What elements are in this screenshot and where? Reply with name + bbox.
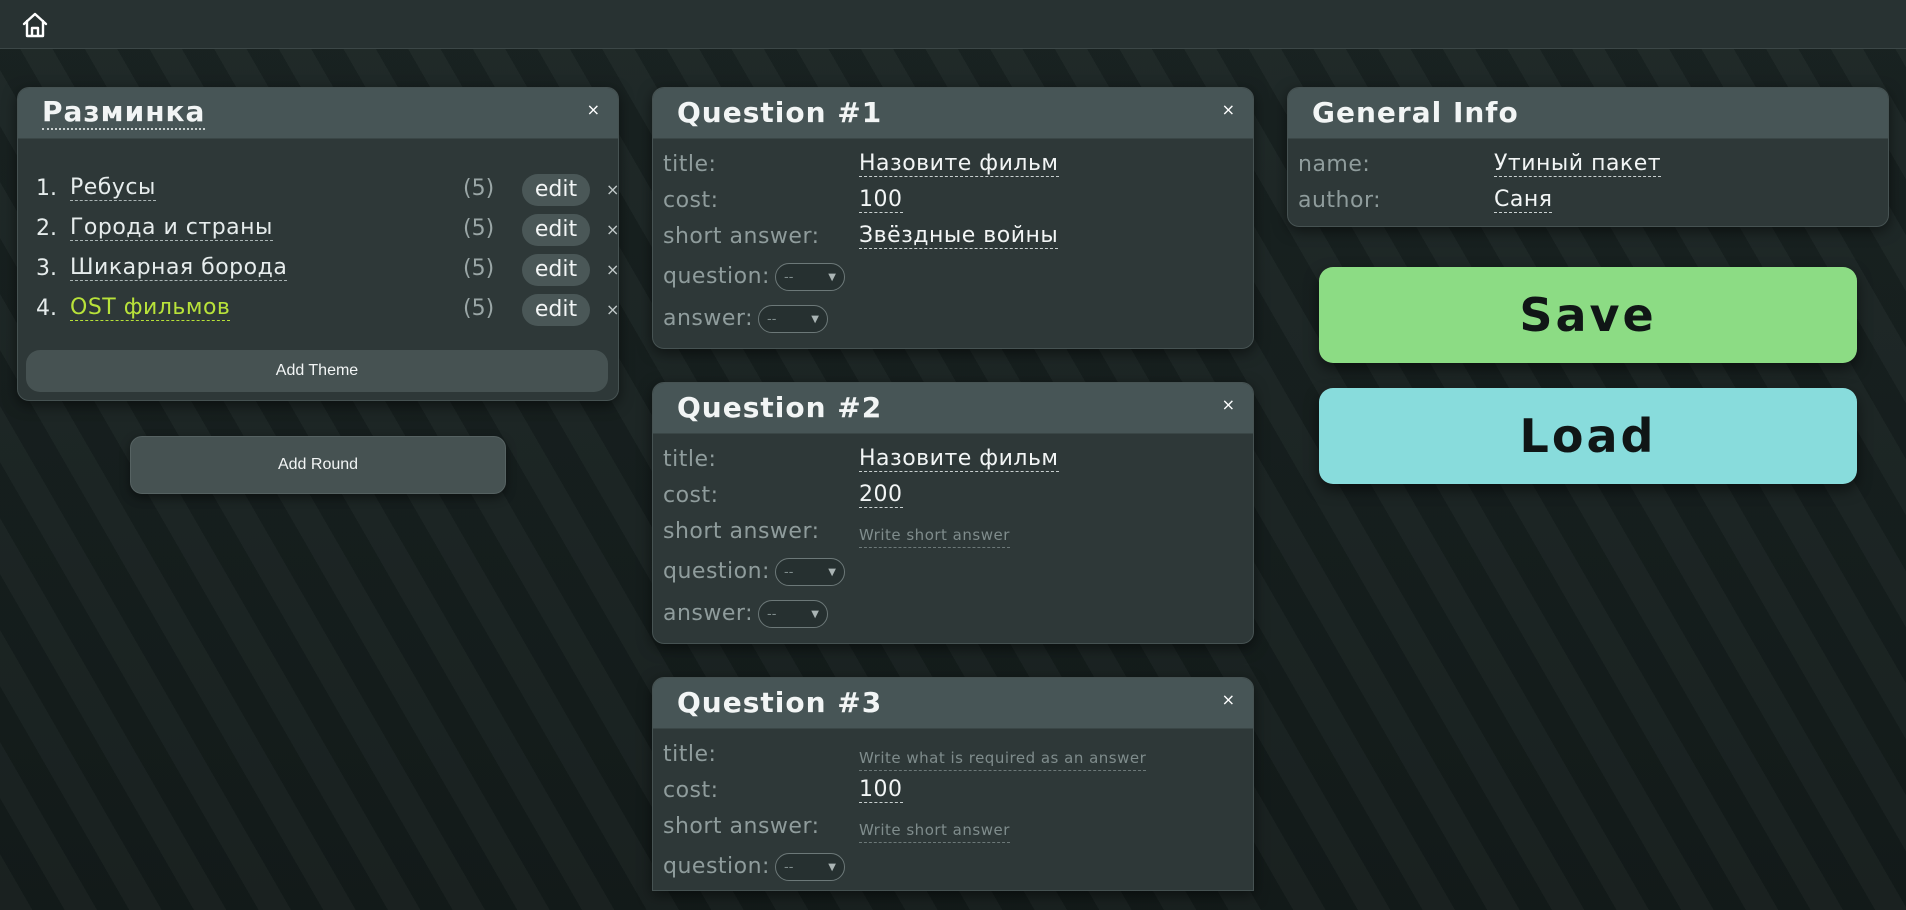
theme-name[interactable]: Шикарная борода bbox=[70, 256, 288, 281]
edit-theme-button[interactable]: edit bbox=[522, 174, 590, 206]
author-label: author: bbox=[1298, 188, 1382, 213]
title-label: title: bbox=[663, 152, 717, 177]
save-button[interactable]: Save bbox=[1319, 267, 1857, 363]
cost-field[interactable]: 100 bbox=[859, 188, 903, 213]
chevron-down-icon: ▼ bbox=[828, 567, 836, 578]
theme-number: 1. bbox=[36, 176, 57, 201]
question-media-select[interactable]: -- ▼ bbox=[775, 263, 845, 291]
question-panel: Question #1 × title: Назовите фильм cost… bbox=[652, 87, 1254, 349]
question-media-label: question: bbox=[663, 264, 770, 289]
edit-theme-button[interactable]: edit bbox=[522, 214, 590, 246]
question-media-label: question: bbox=[663, 559, 770, 584]
title-field[interactable]: Write what is required as an answer bbox=[859, 746, 1147, 771]
chevron-down-icon: ▼ bbox=[828, 862, 836, 873]
cost-label: cost: bbox=[663, 778, 719, 803]
remove-theme-icon[interactable]: × bbox=[606, 300, 618, 319]
select-value: -- bbox=[767, 607, 777, 622]
chevron-down-icon: ▼ bbox=[811, 314, 819, 325]
round-title[interactable]: Разминка bbox=[42, 96, 206, 130]
theme-row: 3. Шикарная борода (5) edit × bbox=[36, 254, 618, 286]
question-media-select[interactable]: -- ▼ bbox=[775, 853, 845, 881]
package-name-field[interactable]: Утиный пакет bbox=[1494, 152, 1662, 177]
select-value: -- bbox=[784, 565, 794, 580]
theme-question-count: (5) bbox=[463, 176, 495, 201]
add-theme-button[interactable]: Add Theme bbox=[26, 350, 608, 392]
chevron-down-icon: ▼ bbox=[811, 609, 819, 620]
edit-theme-button[interactable]: edit bbox=[522, 294, 590, 326]
select-value: -- bbox=[784, 270, 794, 285]
close-question-icon[interactable]: × bbox=[1222, 690, 1235, 709]
general-info-header: General Info bbox=[1288, 88, 1888, 139]
select-value: -- bbox=[767, 312, 777, 327]
close-round-icon[interactable]: × bbox=[587, 100, 600, 119]
general-info-panel: General Info name: Утиный пакет author: … bbox=[1287, 87, 1889, 227]
question-title: Question #1 bbox=[677, 96, 883, 129]
short-answer-label: short answer: bbox=[663, 224, 820, 249]
theme-row: 1. Ребусы (5) edit × bbox=[36, 174, 618, 206]
title-field[interactable]: Назовите фильм bbox=[859, 447, 1059, 472]
question-media-select[interactable]: -- ▼ bbox=[775, 558, 845, 586]
chevron-down-icon: ▼ bbox=[828, 272, 836, 283]
theme-number: 3. bbox=[36, 256, 57, 281]
cost-label: cost: bbox=[663, 188, 719, 213]
answer-media-label: answer: bbox=[663, 306, 753, 331]
load-button[interactable]: Load bbox=[1319, 388, 1857, 484]
short-answer-field[interactable]: Звёздные войны bbox=[859, 224, 1059, 249]
theme-number: 4. bbox=[36, 296, 57, 321]
general-info-title: General Info bbox=[1312, 96, 1519, 129]
theme-name[interactable]: Города и страны bbox=[70, 216, 273, 241]
round-panel-header: Разминка × bbox=[18, 88, 618, 139]
short-answer-label: short answer: bbox=[663, 814, 820, 839]
short-answer-field[interactable]: Write short answer bbox=[859, 523, 1010, 548]
title-label: title: bbox=[663, 447, 717, 472]
remove-theme-icon[interactable]: × bbox=[606, 180, 618, 199]
top-bar bbox=[0, 0, 1906, 49]
theme-question-count: (5) bbox=[463, 296, 495, 321]
answer-media-select[interactable]: -- ▼ bbox=[758, 305, 828, 333]
remove-theme-icon[interactable]: × bbox=[606, 260, 618, 279]
short-answer-field[interactable]: Write short answer bbox=[859, 818, 1010, 843]
close-question-icon[interactable]: × bbox=[1222, 100, 1235, 119]
cost-label: cost: bbox=[663, 483, 719, 508]
name-label: name: bbox=[1298, 152, 1371, 177]
theme-name[interactable]: Ребусы bbox=[70, 176, 156, 201]
remove-theme-icon[interactable]: × bbox=[606, 220, 618, 239]
theme-row: 4. OST фильмов (5) edit × bbox=[36, 294, 618, 326]
author-field[interactable]: Саня bbox=[1494, 188, 1553, 213]
cost-field[interactable]: 100 bbox=[859, 778, 903, 803]
select-value: -- bbox=[784, 860, 794, 875]
theme-number: 2. bbox=[36, 216, 57, 241]
edit-theme-button[interactable]: edit bbox=[522, 254, 590, 286]
question-media-label: question: bbox=[663, 854, 770, 879]
answer-media-label: answer: bbox=[663, 601, 753, 626]
answer-media-select[interactable]: -- ▼ bbox=[758, 600, 828, 628]
short-answer-label: short answer: bbox=[663, 519, 820, 544]
theme-row: 2. Города и страны (5) edit × bbox=[36, 214, 618, 246]
question-header: Question #1 × bbox=[653, 88, 1253, 139]
theme-name-active[interactable]: OST фильмов bbox=[70, 296, 231, 321]
home-icon[interactable] bbox=[20, 10, 50, 40]
add-round-button[interactable]: Add Round bbox=[130, 436, 506, 494]
title-label: title: bbox=[663, 742, 717, 767]
question-title: Question #2 bbox=[677, 391, 883, 424]
round-panel: Разминка × 1. Ребусы (5) edit × 2. Город… bbox=[17, 87, 619, 401]
theme-question-count: (5) bbox=[463, 256, 495, 281]
question-title: Question #3 bbox=[677, 686, 883, 719]
question-header: Question #2 × bbox=[653, 383, 1253, 434]
cost-field[interactable]: 200 bbox=[859, 483, 903, 508]
question-header: Question #3 × bbox=[653, 678, 1253, 729]
close-question-icon[interactable]: × bbox=[1222, 395, 1235, 414]
theme-question-count: (5) bbox=[463, 216, 495, 241]
question-panel: Question #2 × title: Назовите фильм cost… bbox=[652, 382, 1254, 644]
title-field[interactable]: Назовите фильм bbox=[859, 152, 1059, 177]
question-panel: Question #3 × title: Write what is requi… bbox=[652, 677, 1254, 891]
